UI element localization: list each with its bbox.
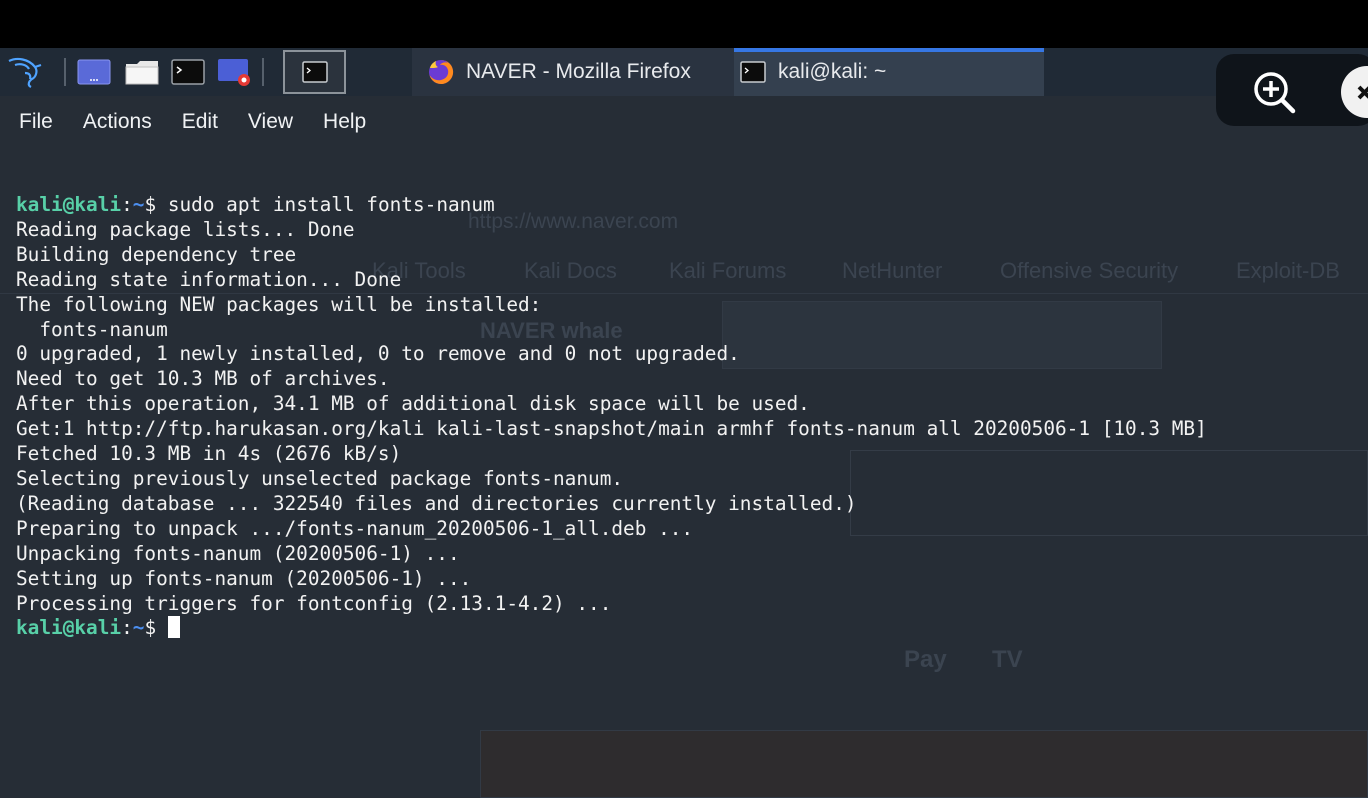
command-text: sudo apt install fonts-nanum [156, 193, 495, 216]
output-line: fonts-nanum [16, 317, 168, 341]
taskbar-separator [262, 58, 264, 86]
menu-file[interactable]: File [19, 110, 53, 134]
prompt-line: kali@kali:~$ sudo apt install fonts-nanu… [16, 193, 1207, 218]
output-line: (Reading database ... 322540 files and d… [16, 491, 857, 515]
output-line: Get:1 http://ftp.harukasan.org/kali kali… [16, 417, 1207, 441]
ghost-bookmark: Exploit-DB [1236, 258, 1340, 283]
prompt-separator: : [121, 616, 133, 640]
prompt-line: kali@kali:~$ [16, 616, 1207, 641]
output-line: Building dependency tree [16, 242, 297, 266]
task-terminal[interactable]: kali@kali: ~ [734, 48, 1044, 96]
workspace-switcher[interactable] [283, 50, 346, 94]
task-firefox[interactable]: NAVER - Mozilla Firefox [412, 48, 734, 96]
terminal-menubar: File Actions Edit View Help [0, 96, 1368, 148]
output-line: The following NEW packages will be insta… [16, 292, 542, 316]
task-terminal-label: kali@kali: ~ [778, 60, 887, 83]
menu-view[interactable]: View [248, 110, 293, 134]
output-line: Reading package lists... Done [16, 217, 355, 241]
menu-edit[interactable]: Edit [182, 110, 218, 134]
output-line: Selecting previously unselected package … [16, 466, 624, 490]
firefox-icon [428, 59, 454, 85]
prompt-path: ~ [132, 616, 145, 640]
output-line: Setting up fonts-nanum (20200506-1) ... [16, 566, 472, 590]
text-cursor [167, 616, 180, 639]
output-line: After this operation, 34.1 MB of additio… [16, 392, 810, 416]
output-line: Preparing to unpack .../fonts-nanum_2020… [16, 516, 694, 540]
kali-dragon-icon[interactable] [4, 56, 44, 88]
close-overlay-button[interactable] [1341, 66, 1368, 118]
show-desktop-icon[interactable] [76, 56, 112, 88]
output-line: Need to get 10.3 MB of archives. [16, 367, 390, 391]
terminal-launcher-icon[interactable] [170, 56, 206, 88]
menu-help[interactable]: Help [323, 110, 366, 134]
zoom-in-icon[interactable] [1250, 68, 1298, 116]
menu-actions[interactable]: Actions [83, 110, 152, 134]
top-black-bar [0, 0, 1368, 48]
task-firefox-label: NAVER - Mozilla Firefox [466, 60, 691, 83]
ghost-banner [480, 730, 1368, 798]
output-line: Reading state information... Done [16, 267, 402, 291]
screen-recorder-icon[interactable] [216, 56, 254, 88]
file-manager-icon[interactable] [124, 56, 160, 88]
output-line: 0 upgraded, 1 newly installed, 0 to remo… [16, 342, 740, 366]
taskbar-separator [64, 58, 66, 86]
prompt-user: kali@kali [16, 193, 122, 216]
terminal-icon [740, 61, 766, 83]
ghost-pay: Pay [904, 646, 947, 673]
terminal-output[interactable]: kali@kali:~$ sudo apt install fonts-nanu… [16, 193, 1207, 641]
prompt-path: ~ [132, 193, 145, 216]
output-line: Fetched 10.3 MB in 4s (2676 kB/s) [16, 442, 402, 466]
prompt-symbol: $ [144, 193, 157, 216]
prompt-separator: : [121, 193, 133, 216]
close-icon [1357, 85, 1368, 100]
output-line: Unpacking fonts-nanum (20200506-1) ... [16, 541, 460, 565]
ghost-tv: TV [992, 646, 1023, 673]
prompt-symbol: $ [144, 616, 157, 640]
output-line: Processing triggers for fontconfig (2.13… [16, 591, 612, 615]
prompt-user: kali@kali [16, 616, 122, 640]
